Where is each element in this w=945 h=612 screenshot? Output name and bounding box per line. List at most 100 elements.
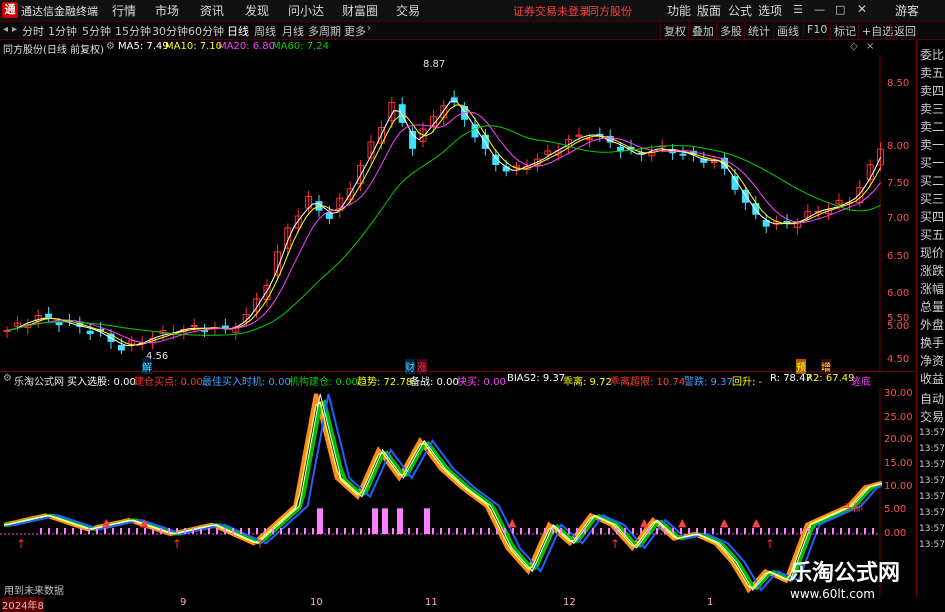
tab-multi-period[interactable]: 多周期 <box>308 23 341 39</box>
menu-faxian[interactable]: 发现 <box>245 2 269 19</box>
signal-tick <box>80 528 82 534</box>
menu-wenxiaoda[interactable]: 问小达 <box>288 2 324 19</box>
sidebar-item-buy1[interactable]: 买一 <box>920 154 944 171</box>
btn-duogu[interactable]: 多股 <box>716 22 745 40</box>
sidebar-item-sell2[interactable]: 卖二 <box>920 118 944 135</box>
sidebar-item-buy3[interactable]: 买三 <box>920 190 944 207</box>
buy-arrow-icon: ↑ <box>255 537 265 551</box>
menu-gongneng[interactable]: 功能 <box>667 2 691 19</box>
ma5-label: MA5: 7.49 <box>118 41 169 52</box>
maximize-icon[interactable]: □ <box>835 3 845 16</box>
sidebar-item-buy2[interactable]: 买二 <box>920 172 944 189</box>
menu-xuanxiang[interactable]: 选项 <box>758 2 782 19</box>
signal-tick <box>768 528 770 534</box>
signal-tick <box>416 528 418 534</box>
price-axis-label: 6.00 <box>887 288 910 299</box>
indicator-chart-panel[interactable]: ↑ ↑ ↑ ↑ ↑ ▲ ▲ ▲ ▲ ▲ ▲ ▲ 30.00 25.00 20.00 15.00 10.… <box>0 388 915 596</box>
tab-fenshi[interactable]: 分时 <box>22 23 44 39</box>
menu-caifuquan[interactable]: 财富圈 <box>342 2 378 19</box>
sidebar-item-buy5[interactable]: 买五 <box>920 226 944 243</box>
tab-5min[interactable]: 5分钟 <box>82 23 111 39</box>
sidebar-item-huanshou[interactable]: 换手 <box>920 334 944 351</box>
tab-30min[interactable]: 30分钟 <box>152 23 188 39</box>
more-chevron-icon[interactable]: › <box>367 23 371 34</box>
tab-weekly[interactable]: 周线 <box>254 23 276 39</box>
buy-arrow-icon: ↑ <box>16 537 26 551</box>
sidebar-item-shouyi[interactable]: 收益 <box>920 370 944 387</box>
signal-tick <box>168 528 170 534</box>
settings-gear-icon[interactable]: ⚙ <box>106 41 115 52</box>
signal-tick <box>184 528 186 534</box>
indicator-gear-icon[interactable]: ⚙ <box>3 373 12 384</box>
sidebar-item-zongliang[interactable]: 总量 <box>920 298 944 315</box>
sidebar-item-xianjia[interactable]: 现价 <box>920 244 944 261</box>
indicator-name[interactable]: 乐淘公式网 <box>14 373 64 388</box>
panel-close-icon[interactable]: × <box>866 41 874 52</box>
signal-tick <box>152 528 154 534</box>
close-icon[interactable]: ✕ <box>857 2 867 16</box>
signal-tick <box>264 528 266 534</box>
signal-tick <box>672 528 674 534</box>
btn-fanhui[interactable]: 返回 <box>890 22 919 40</box>
menu-zixun[interactable]: 资讯 <box>200 2 224 19</box>
trade-login-notice[interactable]: 证券交易未登录 <box>513 3 590 19</box>
signal-tick <box>840 528 842 534</box>
signal-tick <box>424 528 426 534</box>
btn-biaoji[interactable]: 标记 <box>830 22 859 40</box>
ind-r2: R2: 67.49 <box>806 373 855 384</box>
sidebar-item-sell1[interactable]: 卖一 <box>920 136 944 153</box>
btn-fuquan[interactable]: 复权 <box>660 22 689 40</box>
tab-60min[interactable]: 60分钟 <box>188 23 224 39</box>
diamond-icon[interactable]: ◇ <box>850 41 858 52</box>
signal-tick <box>584 528 586 534</box>
ind-axis-label: 25.00 <box>884 412 913 423</box>
menu-gongshi[interactable]: 公式 <box>728 2 752 19</box>
menu-hangqing[interactable]: 行情 <box>112 2 136 19</box>
candlestick-chart-panel[interactable]: 8.50 8.00 7.50 7.00 6.50 6.00 5.50 5.00 … <box>0 55 915 374</box>
watermark-url: www.60lt.com <box>790 587 875 601</box>
signal-tick <box>344 528 346 534</box>
signal-tick <box>696 528 698 534</box>
sidebar-item-jiaoyi[interactable]: 交易 <box>920 408 944 425</box>
sidebar-item-zhangdie[interactable]: 涨跌 <box>920 262 944 279</box>
sidebar-item-zidong[interactable]: 自动 <box>920 390 944 407</box>
sidebar-time: 13:57 <box>919 524 945 534</box>
tab-15min[interactable]: 15分钟 <box>115 23 151 39</box>
indicator-svg: ↑ ↑ ↑ ↑ ↑ ▲ ▲ ▲ ▲ ▲ ▲ ▲ <box>0 388 883 596</box>
sidebar-item-sell3[interactable]: 卖三 <box>920 100 944 117</box>
ind-beizhan: 备战: 0.00 <box>410 377 459 388</box>
sidebar-time: 13:57 <box>919 444 945 454</box>
signal-tick <box>312 528 314 534</box>
sidebar-time: 13:57 <box>919 508 945 518</box>
menu-jiaoyi[interactable]: 交易 <box>396 2 420 19</box>
sidebar-item-zhangfu[interactable]: 涨幅 <box>920 280 944 297</box>
candle-body <box>45 313 53 318</box>
sidebar-item-waipan[interactable]: 外盘 <box>920 316 944 333</box>
tab-1min[interactable]: 1分钟 <box>48 23 77 39</box>
sidebar-item-weibi[interactable]: 委比 <box>920 46 944 63</box>
tab-more[interactable]: 更多 <box>344 23 366 39</box>
window-menu-icon[interactable]: ☰ <box>793 3 803 16</box>
arrow-right-icon[interactable]: ▸ <box>12 24 17 35</box>
price-axis-label: 6.50 <box>887 251 910 262</box>
signal-tick <box>824 528 826 534</box>
btn-f10[interactable]: F10 <box>803 22 830 37</box>
minimize-icon[interactable]: — <box>814 3 825 16</box>
tab-daily[interactable]: 日线 <box>227 23 249 39</box>
btn-tongji[interactable]: 统计 <box>744 22 773 40</box>
menu-shichang[interactable]: 市场 <box>155 2 179 19</box>
btn-diejia[interactable]: 叠加 <box>688 22 717 40</box>
menu-banmian[interactable]: 版面 <box>697 2 721 19</box>
sidebar-item-buy4[interactable]: 买四 <box>920 208 944 225</box>
signal-tick <box>400 528 402 534</box>
arrow-left-icon[interactable]: ◂ <box>3 24 8 35</box>
btn-huaxian[interactable]: 画线 <box>773 22 802 40</box>
ind-jigou: 机构建仓: 0.00 <box>289 377 358 388</box>
sidebar-item-sell5[interactable]: 卖五 <box>920 64 944 81</box>
guest-label[interactable]: 游客 <box>895 2 919 19</box>
tab-monthly[interactable]: 月线 <box>282 23 304 39</box>
sidebar-item-sell4[interactable]: 卖四 <box>920 82 944 99</box>
signal-tick <box>576 528 578 534</box>
top-warning-icon: ▲ <box>140 516 149 529</box>
sidebar-item-jingzi[interactable]: 净资 <box>920 352 944 369</box>
